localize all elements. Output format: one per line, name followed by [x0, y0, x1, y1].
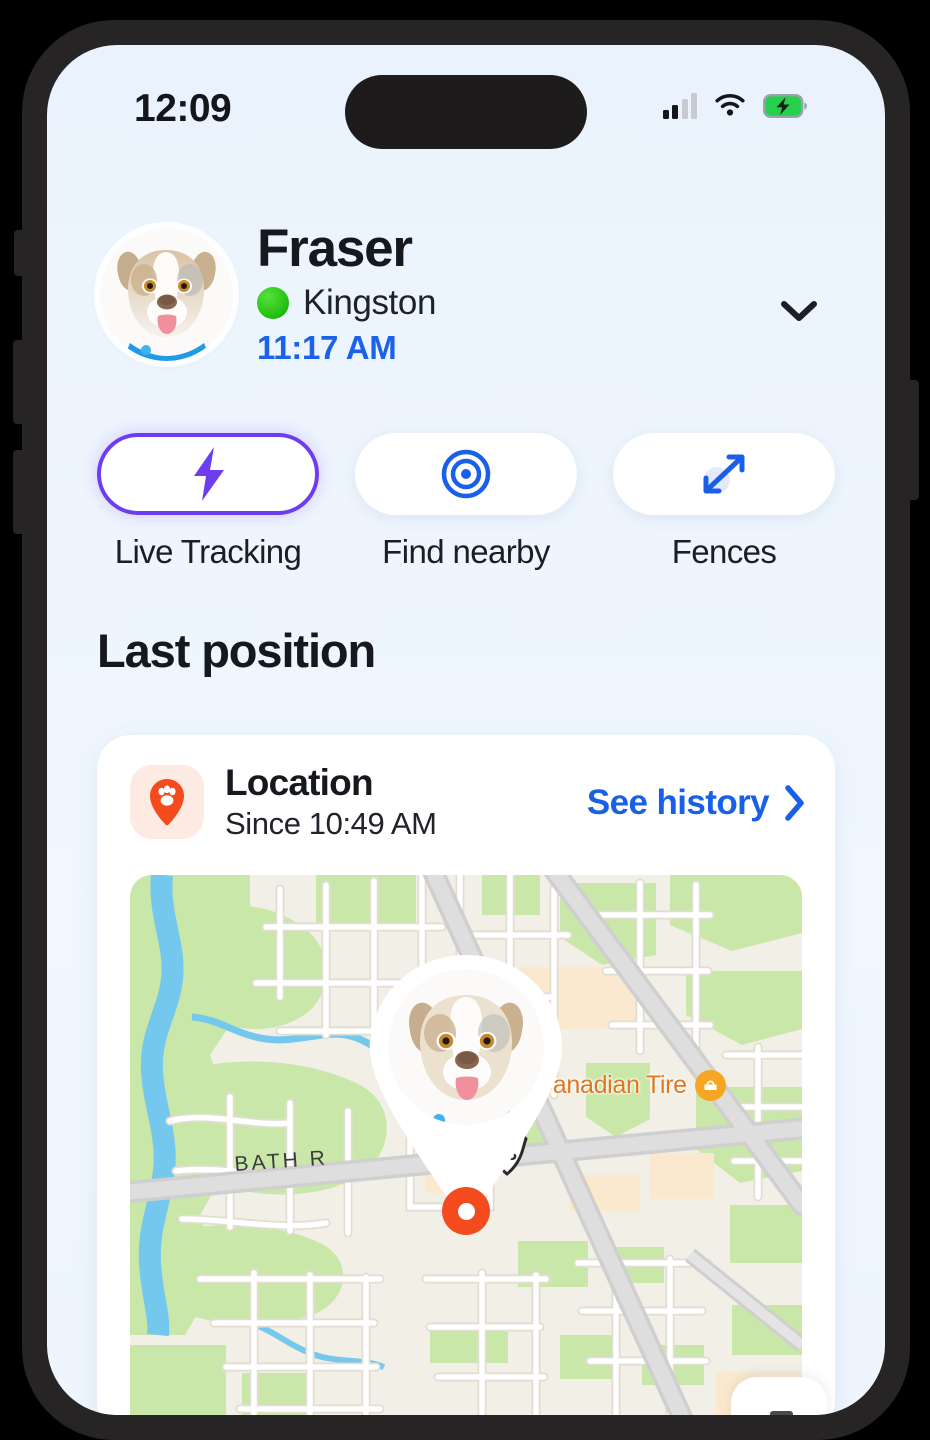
dynamic-island [345, 75, 587, 149]
pet-avatar-photo [100, 228, 233, 361]
volume-up-button[interactable] [13, 340, 24, 424]
avatar[interactable] [100, 228, 233, 361]
see-history-link[interactable]: See history [587, 783, 807, 823]
status-time: 12:09 [134, 87, 232, 130]
target-bullseye-icon [441, 449, 491, 499]
location-card-header: Location Since 10:49 AM See history [97, 735, 835, 875]
fences-button[interactable] [613, 433, 835, 515]
wifi-icon [715, 93, 745, 116]
lightning-bolt-icon [194, 447, 224, 501]
pin-shape [370, 955, 562, 1222]
pet-location-name: Kingston [303, 283, 437, 323]
page-title: Fraser [257, 219, 413, 278]
silent-switch[interactable] [14, 230, 24, 276]
battery-charging-icon [763, 94, 807, 118]
location-card-texts: Location Since 10:49 AM [225, 762, 437, 842]
see-history-label: See history [586, 783, 770, 822]
action-fences[interactable]: Fences [613, 433, 835, 571]
pet-last-update-time: 11:17 AM [257, 329, 397, 367]
chevron-right-icon [785, 785, 804, 821]
map-view[interactable]: BATH R Canadian Tire 33 [130, 875, 802, 1415]
section-heading: Last position [97, 624, 376, 677]
action-live-tracking[interactable]: Live Tracking [97, 433, 319, 571]
open-in-maps-button[interactable] [731, 1377, 827, 1415]
location-subtitle: Since 10:49 AM [225, 806, 437, 841]
phone-frame: 12:09 Fraser Kingston 11:17 AM Live Trac… [13, 20, 919, 1440]
action-label: Find nearby [382, 533, 550, 570]
quick-actions: Live Tracking Find nearby Fences [47, 433, 885, 571]
cellular-signal-icon [662, 93, 697, 119]
live-tracking-button[interactable] [97, 433, 319, 515]
shop-bag-icon [694, 1070, 726, 1101]
location-card: Location Since 10:49 AM See history BATH… [97, 735, 835, 1415]
paw-map-pin-icon [130, 765, 204, 839]
pet-info: Fraser Kingston 11:17 AM [257, 220, 436, 367]
phone-screen: 12:09 Fraser Kingston 11:17 AM Live Trac… [47, 45, 885, 1415]
action-find-nearby[interactable]: Find nearby [355, 433, 577, 571]
expand-arrows-icon [703, 454, 745, 494]
power-button[interactable] [908, 380, 919, 500]
arrow-up-right-icon [770, 1411, 793, 1415]
action-label: Fences [671, 533, 777, 570]
status-bar: 12:09 [47, 45, 885, 153]
find-nearby-button[interactable] [355, 433, 577, 515]
action-label: Live Tracking [114, 533, 302, 570]
pet-status-row: Kingston [257, 283, 436, 323]
position-dot-icon [442, 1187, 490, 1235]
volume-down-button[interactable] [13, 450, 24, 534]
location-title: Location [225, 762, 374, 803]
pet-header[interactable]: Fraser Kingston 11:17 AM [47, 220, 885, 385]
status-icons [662, 93, 808, 119]
online-status-dot-icon [257, 287, 289, 320]
pet-photo-map-pin[interactable] [368, 953, 564, 1223]
chevron-down-icon[interactable] [779, 298, 819, 324]
